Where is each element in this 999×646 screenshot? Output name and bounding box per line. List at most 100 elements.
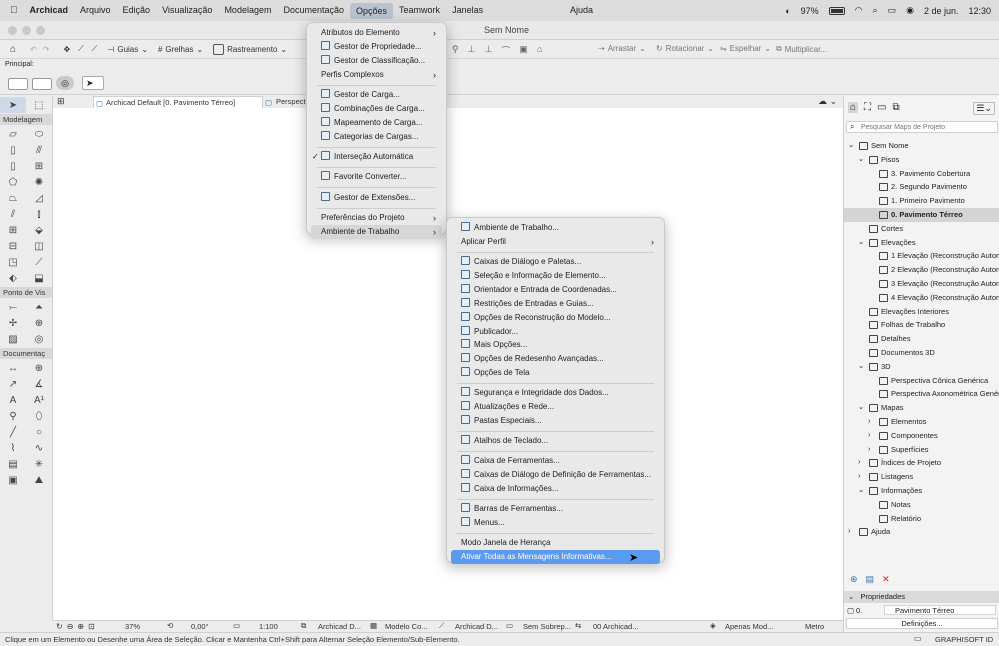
workenv-item-opcoes-de-tela[interactable]: Opções de Tela — [451, 366, 660, 380]
roof-tool-icon[interactable]: ⏢ — [0, 190, 26, 206]
options-item-intersecao-automatica[interactable]: ✓ Interseção Automática — [311, 150, 442, 164]
workenv-item-atualizacoes-e-rede[interactable]: Atualizações e Rede... — [451, 400, 660, 414]
workenv-item-mais-opcoes[interactable]: Mais Opções... — [451, 338, 660, 352]
menu-modelagem[interactable]: Modelagem — [218, 0, 277, 21]
shell-tool-icon[interactable]: ◿ — [26, 190, 52, 206]
eyedropper-icon[interactable]: ⟋ — [78, 44, 84, 54]
search-icon[interactable]: ⌕ — [873, 5, 878, 16]
undo-icon[interactable]: ↶ — [30, 45, 37, 54]
line-tool-icon[interactable]: ╱ — [0, 424, 26, 440]
opening-tool-icon[interactable]: ◳ — [0, 254, 26, 270]
options-item-perfis-complexos[interactable]: Perfis Complexos › — [311, 68, 442, 82]
dimension-units[interactable]: Metro — [805, 622, 824, 631]
hotspot-tool-icon[interactable]: ✳ — [26, 456, 52, 472]
spline-tool-icon[interactable]: ∿ — [26, 440, 52, 456]
mvo-icon[interactable]: ◈ — [710, 621, 716, 630]
home-icon[interactable]: ⌂ — [10, 44, 16, 55]
workenv-item-ambiente-de-trabalho[interactable]: Ambiente de Trabalho... — [451, 221, 660, 235]
resize-icon[interactable]: ▣ — [519, 44, 528, 57]
tree-item-1-primeiro-pavimento[interactable]: 1. Primeiro Pavimento — [844, 194, 999, 208]
options-item-gestor-de-propriedade[interactable]: Gestor de Propriedade... — [311, 40, 442, 54]
tree-item-detalhes[interactable]: Detalhes — [844, 332, 999, 346]
close-window-icon[interactable] — [8, 26, 17, 35]
selection-method-control[interactable] — [8, 78, 28, 90]
workenv-item-selecao-e-informacao-de-elemento[interactable]: Seleção e Informação de Elemento... — [451, 269, 660, 283]
railing-tool-icon[interactable]: ⫾ — [26, 206, 52, 222]
settings-button[interactable]: Definições... — [846, 618, 998, 629]
menu-ajuda[interactable]: Ajuda — [564, 0, 599, 21]
zoom-window-icon[interactable] — [36, 26, 45, 35]
panel-menu-icon[interactable]: ☰⌄ — [973, 102, 995, 115]
tab-grid-icon[interactable]: ⊞ — [57, 96, 65, 107]
options-item-atributos-do-elemento[interactable]: Atributos do Elemento › — [311, 26, 442, 40]
level-dimension-tool-icon[interactable]: ⊕ — [26, 360, 52, 376]
navigator-search-input[interactable] — [861, 122, 995, 132]
renovation-filter[interactable]: 00 Archicad... — [593, 622, 638, 631]
tree-item-relatorio[interactable]: Relatório — [844, 512, 999, 526]
tree-item-componentes[interactable]: › Componentes — [844, 429, 999, 443]
workenv-item-opcoes-de-redesenho-avancadas[interactable]: Opções de Redesenho Avançadas... — [451, 352, 660, 366]
tree-item-ajuda[interactable]: › Ajuda — [844, 525, 999, 539]
delete-icon[interactable]: ✕ — [882, 574, 890, 585]
workenv-item-aplicar-perfil[interactable]: Aplicar Perfil › — [451, 235, 660, 249]
options-item-categorias-de-cargas[interactable]: Categorias de Cargas... — [311, 130, 442, 144]
options-item-ambiente-de-trabalho[interactable]: Ambiente de Trabalho › — [311, 224, 442, 239]
chevron-right-icon[interactable]: › — [868, 429, 871, 442]
tree-item-1-elevacao-reconstrucao-automatica[interactable]: 1 Elevação (Reconstrução Automática — [844, 249, 999, 263]
syringe-icon[interactable]: ⟋ — [92, 44, 98, 54]
workenv-item-restricoes-de-entradas-e-guias[interactable]: Restrições de Entradas e Guias... — [451, 297, 660, 311]
tree-item-indices-de-projeto[interactable]: › Índices de Projeto — [844, 456, 999, 470]
options-item-gestor-de-carga[interactable]: Gestor de Carga... — [311, 88, 442, 102]
section-tool-icon[interactable]: ⤚ — [0, 299, 26, 315]
override-icon[interactable]: ▭ — [506, 621, 513, 630]
tab-perspective[interactable]: ▢ Perspectiv — [265, 96, 311, 108]
options-item-gestor-de-classificacao[interactable]: Gestor de Classificação... — [311, 54, 442, 68]
view-options-icon[interactable]: ☁ ⌄ — [818, 96, 837, 107]
apple-menu-icon[interactable]:  — [0, 0, 24, 21]
fill-tool-icon[interactable]: ⬯ — [26, 408, 52, 424]
zone-stamp-tool-icon[interactable]: ⚲ — [0, 408, 26, 424]
detail-tool-icon[interactable]: ◎ — [26, 331, 52, 347]
layout-book-icon[interactable]: ▭ — [877, 102, 886, 113]
view-map-icon[interactable]: ⛶ — [864, 102, 871, 113]
project-map-icon[interactable]: ⌂ — [848, 102, 859, 113]
rotate-button[interactable]: ↻ Rotacionar ⌄ — [656, 44, 714, 53]
workenv-item-caixa-de-informacoes[interactable]: Caixa de Informações... — [451, 482, 660, 496]
model-view-icon[interactable]: ▦ — [370, 621, 377, 630]
tracking-button[interactable]: Rastreamento ⌄ — [213, 43, 287, 55]
hatch-tool-icon[interactable]: ▤ — [0, 456, 26, 472]
menu-documentacao[interactable]: Documentação — [277, 0, 350, 21]
options-item-combinacoes-de-carga[interactable]: Combinações de Carga... — [311, 102, 442, 116]
pen-set[interactable]: Archicad D... — [455, 622, 498, 631]
documentation-group-header[interactable]: Documentaç — [0, 348, 52, 359]
scale-icon[interactable]: ▭ — [233, 621, 240, 630]
curtain-wall-tool-icon[interactable]: ⊞ — [0, 222, 26, 238]
menu-edicao[interactable]: Edição — [117, 0, 157, 21]
rotation-icon[interactable]: ⟲ — [167, 621, 173, 630]
window-tool-icon[interactable]: ⊞ — [26, 158, 52, 174]
roof-icon[interactable]: ⌂ — [537, 44, 542, 57]
workenv-item-barras-de-ferramentas[interactable]: Barras de Ferramentas... — [451, 502, 660, 516]
radial-dimension-tool-icon[interactable]: ↗ — [0, 376, 26, 392]
tree-item-perspectiva-conica-generica[interactable]: Perspectiva Cônica Genérica — [844, 374, 999, 388]
menu-opcoes[interactable]: Opções — [350, 2, 394, 19]
model-view-options[interactable]: Modelo Co... — [385, 622, 428, 631]
workenv-item-atalhos-de-teclado[interactable]: Atalhos de Teclado... — [451, 434, 660, 448]
new-folder-icon[interactable]: ⊕ — [850, 574, 858, 585]
menu-arquivo[interactable]: Arquivo — [74, 0, 117, 21]
options-item-favorite-converter[interactable]: Favorite Converter... — [311, 170, 442, 184]
chevron-right-icon[interactable]: › — [868, 443, 871, 456]
chevron-right-icon[interactable]: › — [858, 456, 861, 469]
tree-item-folhas-de-trabalho[interactable]: Folhas de Trabalho — [844, 318, 999, 332]
wall-end-tool-icon[interactable]: ⬓ — [26, 270, 52, 286]
menu-visualizacao[interactable]: Visualização — [156, 0, 218, 21]
tree-item-3-pavimento-cobertura[interactable]: 3. Pavimento Cobertura — [844, 167, 999, 181]
label-tool-icon[interactable]: A¹ — [26, 392, 52, 408]
control-icon[interactable]: ◐ — [785, 6, 790, 16]
split-icon[interactable]: ⊥ — [484, 44, 492, 57]
multiply-button[interactable]: ⧉ Multiplicar... — [776, 44, 827, 54]
door-tool-icon[interactable]: ▯ — [0, 158, 26, 174]
tree-item-mapas[interactable]: ⌄ Mapas — [844, 401, 999, 415]
column-tool-icon[interactable]: ▯ — [0, 142, 26, 158]
pen-set-icon[interactable]: ⟋ — [439, 621, 444, 631]
